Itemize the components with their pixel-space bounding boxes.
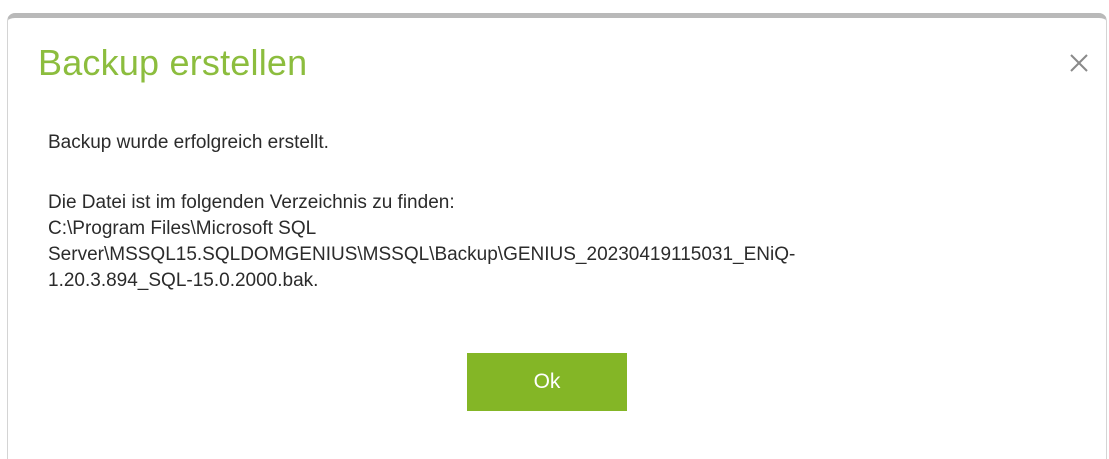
page: Backup erstellen Backup wurde erfolgreic…: [0, 0, 1109, 459]
backup-dialog: Backup erstellen Backup wurde erfolgreic…: [7, 13, 1107, 459]
file-path-line: Server\MSSQL15.SQLDOMGENIUS\MSSQL\Backup…: [48, 244, 796, 265]
file-path-line: 1.20.3.894_SQL-15.0.2000.bak.: [48, 270, 319, 291]
dialog-body: Backup wurde erfolgreich erstellt. Die D…: [48, 130, 1068, 294]
success-message: Backup wurde erfolgreich erstellt.: [48, 132, 329, 153]
close-icon: [1070, 54, 1088, 72]
ok-button[interactable]: Ok: [467, 353, 627, 411]
file-path-line: C:\Program Files\Microsoft SQL: [48, 218, 317, 239]
location-label: Die Datei ist im folgenden Verzeichnis z…: [48, 192, 455, 213]
close-button[interactable]: [1066, 50, 1092, 76]
dialog-title: Backup erstellen: [38, 42, 308, 83]
